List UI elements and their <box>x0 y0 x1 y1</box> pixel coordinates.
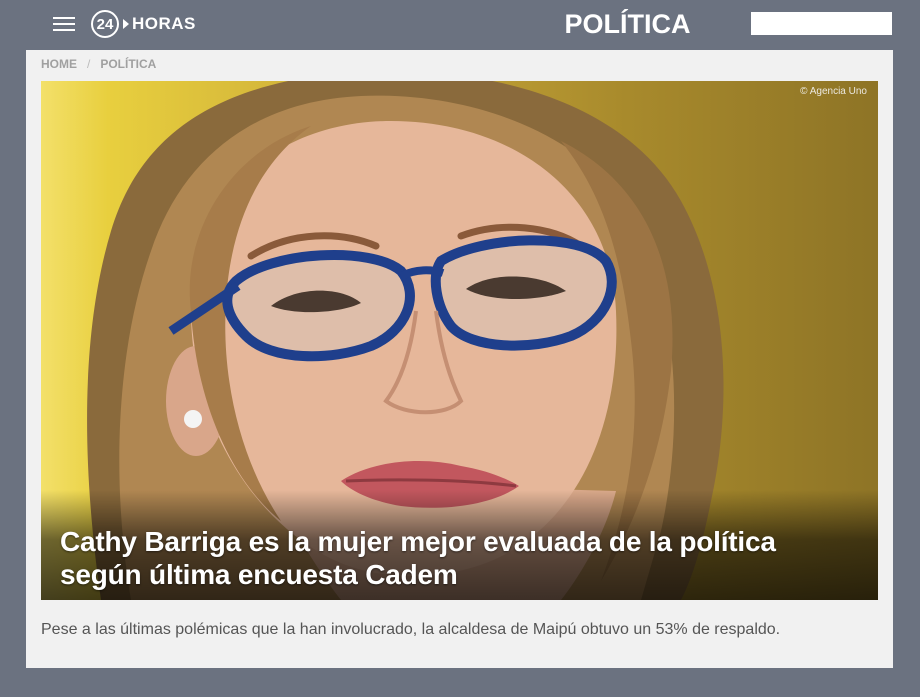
top-header: 24 HORAS POLÍTICA <box>0 0 920 48</box>
play-arrow-icon <box>123 19 129 29</box>
menu-line <box>53 17 75 19</box>
photo-credit: © Agencia Uno <box>800 86 867 97</box>
menu-line <box>53 29 75 31</box>
breadcrumb-home-link[interactable]: HOME <box>41 57 77 71</box>
section-title: POLÍTICA <box>564 9 691 39</box>
hero-image-link[interactable]: © Agencia Uno Cathy Barriga es la mujer … <box>41 81 878 600</box>
logo-number: 24 <box>91 10 119 38</box>
hamburger-menu-icon[interactable] <box>53 15 75 33</box>
article-lead: Pese a las últimas polémicas que la han … <box>41 621 781 638</box>
search-input[interactable] <box>751 12 892 35</box>
article-card: HOME / POLÍTICA © Agencia Uno Cathy Barr… <box>26 50 893 668</box>
article-headline[interactable]: Cathy Barriga es la mujer mejor evaluada… <box>60 525 860 591</box>
site-logo[interactable]: 24 HORAS <box>91 7 196 41</box>
breadcrumb-politica-link[interactable]: POLÍTICA <box>100 57 156 71</box>
logo-text: HORAS <box>132 14 196 33</box>
breadcrumb: HOME / POLÍTICA <box>41 56 156 72</box>
breadcrumb-separator: / <box>87 57 91 71</box>
menu-line <box>53 23 75 25</box>
